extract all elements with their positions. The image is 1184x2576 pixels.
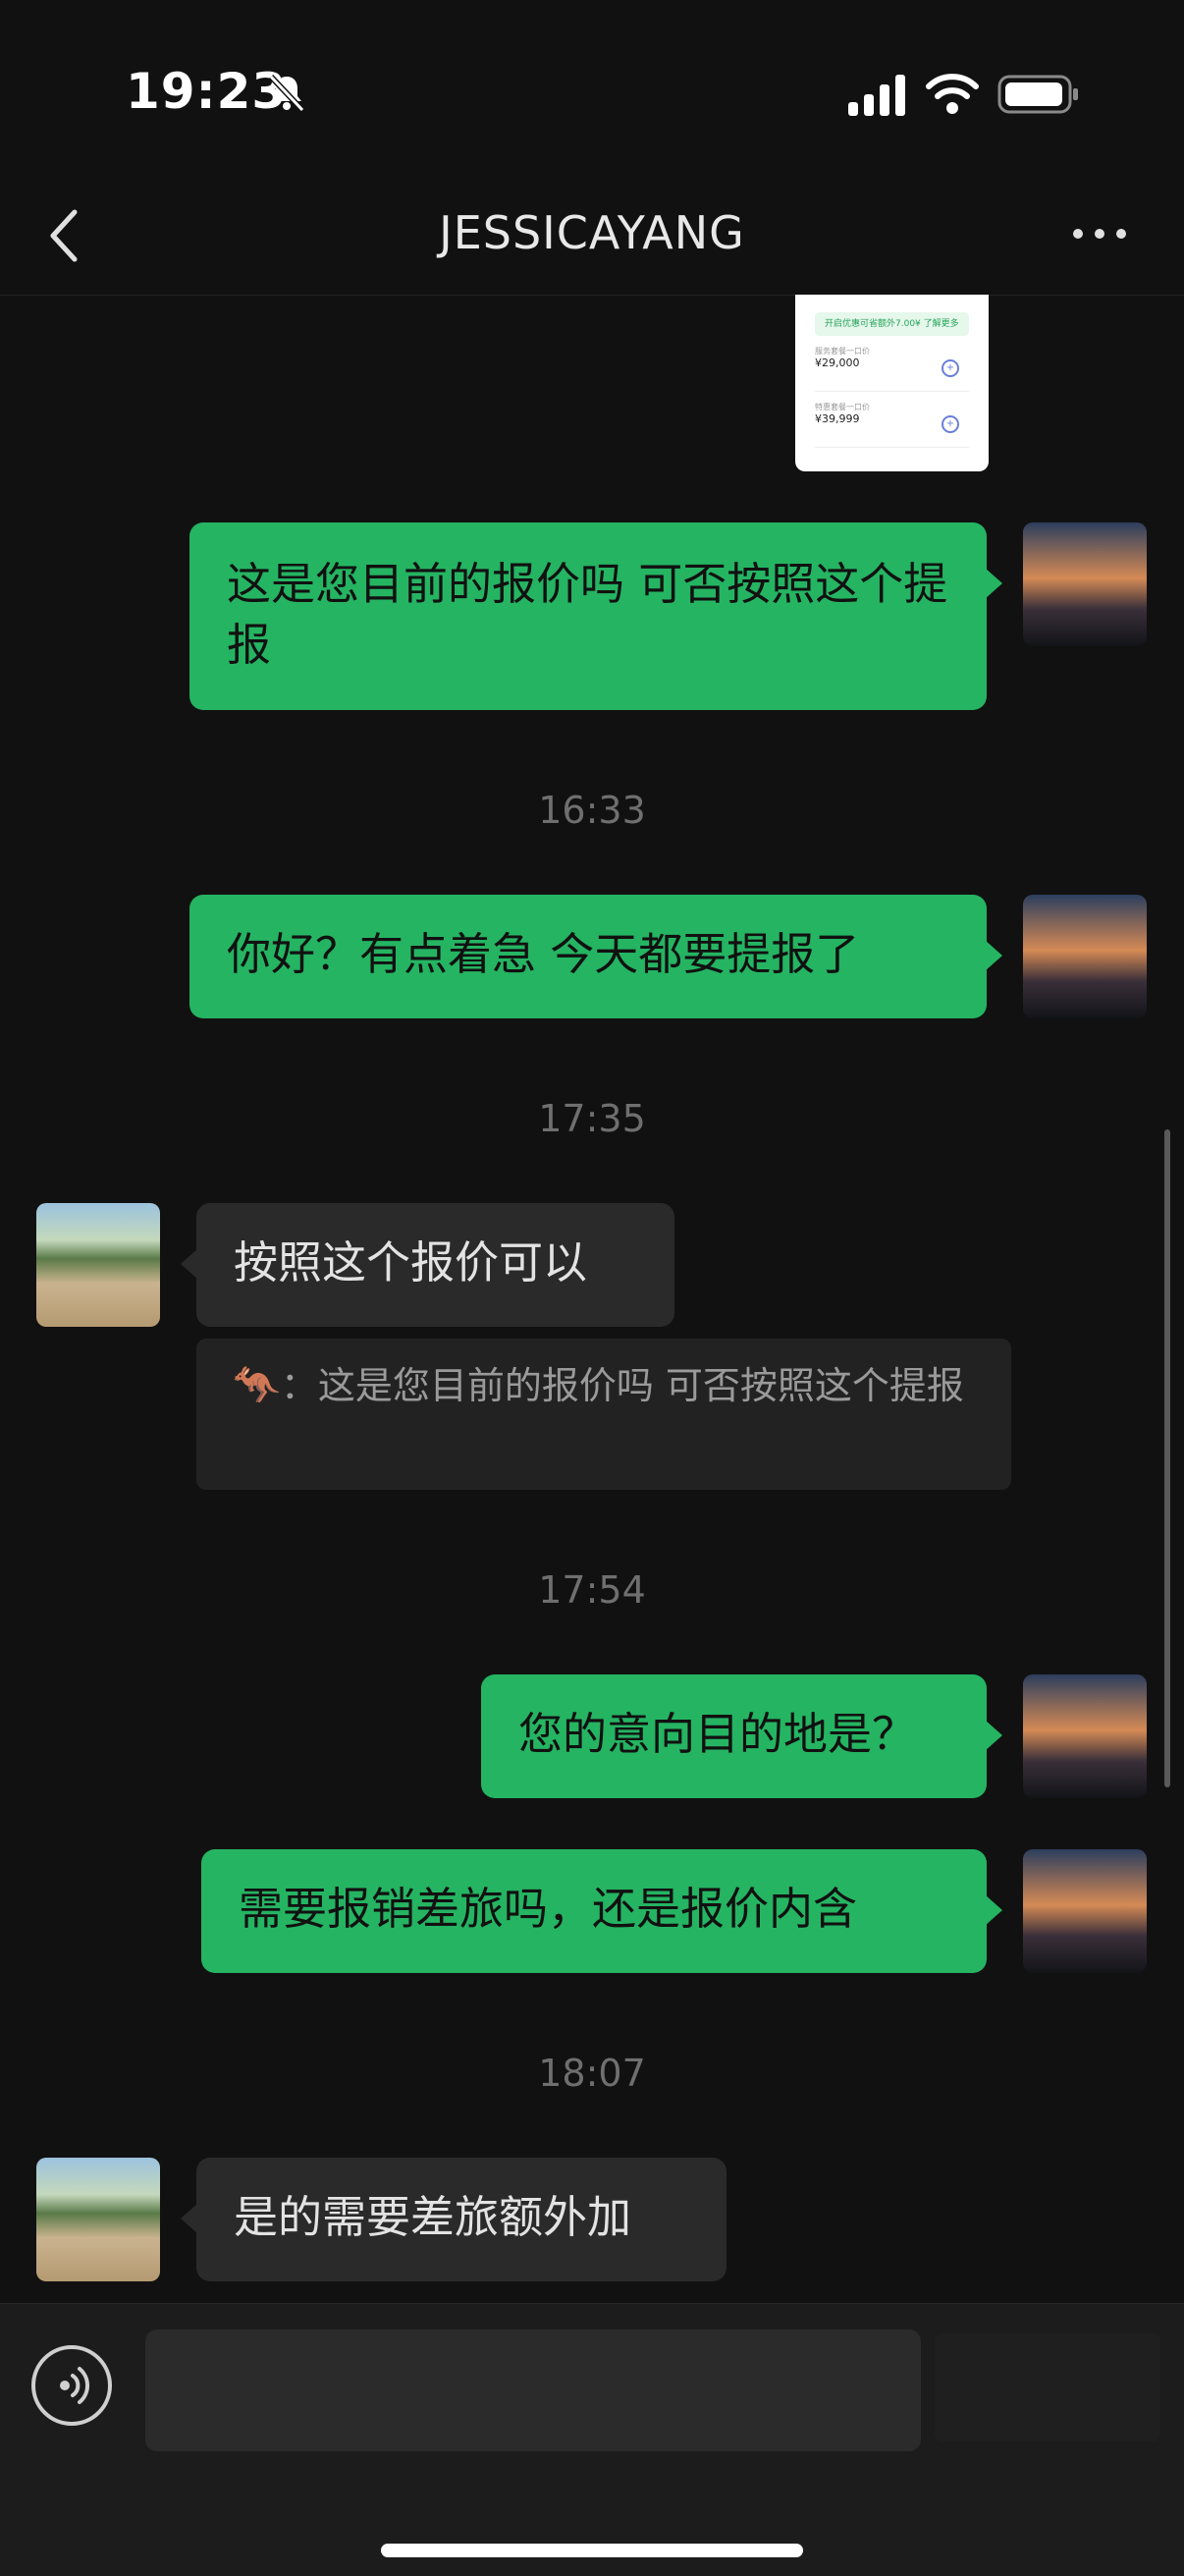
- add-icon: +: [942, 415, 959, 433]
- chat-header: JESSICAYANG: [0, 187, 1184, 296]
- bell-muted-icon: [268, 74, 305, 113]
- timestamp: 16:33: [538, 789, 646, 832]
- voice-icon: [60, 2367, 90, 2404]
- status-time: 19:23: [126, 63, 288, 120]
- received-message-bubble[interactable]: 按照这个报价可以: [181, 1203, 674, 1327]
- emoji-and-more-buttons[interactable]: [935, 2333, 1160, 2441]
- received-message-bubble[interactable]: 是的需要差旅额外加: [181, 2158, 727, 2281]
- chat-title: JESSICAYANG: [439, 206, 745, 259]
- cellular-signal-icon: [848, 75, 905, 116]
- contact-avatar[interactable]: [36, 1203, 160, 1327]
- kangaroo-emoji: 🦘: [232, 1363, 281, 1408]
- timestamp: 17:54: [538, 1568, 646, 1612]
- contact-avatar[interactable]: [36, 2158, 160, 2281]
- shared-image-item: 特惠套餐一口价 ¥39,999 +: [815, 402, 969, 448]
- sent-message-bubble[interactable]: 需要报销差旅吗，还是报价内含: [201, 1849, 1002, 1973]
- shared-image-item-label: 特惠套餐一口价: [815, 403, 870, 411]
- scrollbar[interactable]: [1164, 1129, 1170, 1787]
- battery-icon: [997, 75, 1078, 114]
- timestamp: 18:07: [538, 2052, 646, 2095]
- sent-message-bubble[interactable]: 你好？有点着急 今天都要提报了: [189, 895, 1002, 1018]
- sent-message-bubble[interactable]: 这是您目前的报价吗 可否按照这个提报: [189, 522, 1002, 710]
- shared-image-banner: 开启优惠可省额外7.00¥ 了解更多: [815, 312, 969, 336]
- shared-image-item: 服务套餐一口价 ¥29,000 +: [815, 346, 969, 392]
- timestamp: 17:35: [538, 1097, 646, 1140]
- message-input[interactable]: [145, 2329, 921, 2451]
- my-avatar[interactable]: [1023, 895, 1147, 1018]
- message-list[interactable]: 开启优惠可省额外7.00¥ 了解更多 服务套餐一口价 ¥29,000 + 特惠套…: [0, 295, 1184, 2303]
- input-bar: [0, 2303, 1184, 2576]
- more-options-icon[interactable]: [1070, 224, 1129, 244]
- sent-message-bubble[interactable]: 您的意向目的地是？: [481, 1674, 1002, 1798]
- voice-input-button[interactable]: [31, 2345, 112, 2426]
- shared-image-message[interactable]: 开启优惠可省额外7.00¥ 了解更多 服务套餐一口价 ¥29,000 + 特惠套…: [795, 295, 989, 471]
- status-bar: 19:23: [0, 0, 1184, 187]
- shared-image-item-label: 服务套餐一口价: [815, 347, 870, 356]
- wifi-icon: [926, 74, 979, 114]
- my-avatar[interactable]: [1023, 1849, 1147, 1973]
- my-avatar[interactable]: [1023, 522, 1147, 646]
- home-indicator[interactable]: [381, 2544, 803, 2557]
- my-avatar[interactable]: [1023, 1674, 1147, 1798]
- quoted-message[interactable]: 🦘：这是您目前的报价吗 可否按照这个提报: [196, 1339, 1011, 1490]
- quoted-message-text: ：这是您目前的报价吗 可否按照这个提报: [280, 1364, 964, 1407]
- add-icon: +: [942, 359, 959, 377]
